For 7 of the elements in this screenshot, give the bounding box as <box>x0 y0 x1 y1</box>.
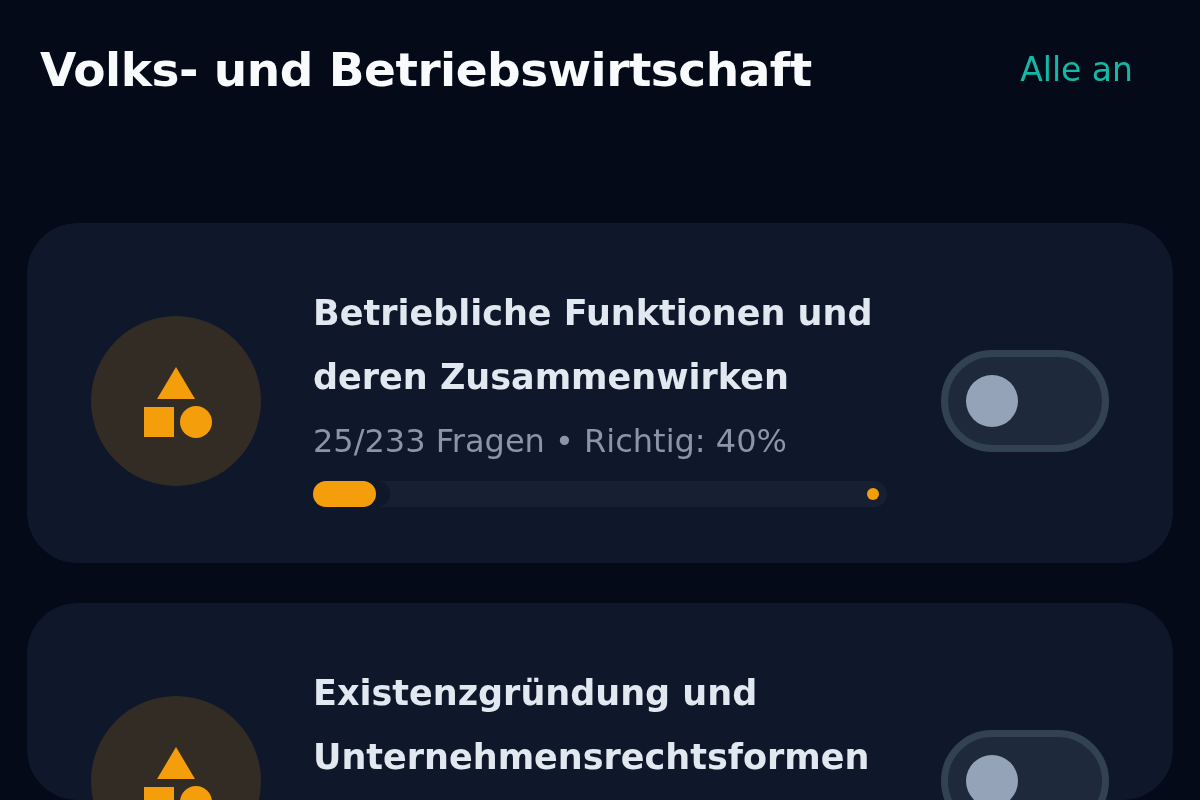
end-marker-dot <box>867 488 879 500</box>
topic-stats: 25/233 Fragen • Richtig: 40% <box>313 421 788 462</box>
topic-title: Existenzgründung und Unternehmensrechtsformen <box>313 672 871 779</box>
shapes-icon <box>91 316 261 486</box>
all-on-button[interactable]: Alle an <box>1020 50 1133 89</box>
topic-title: Betriebliche Funktionen und deren Zusammenwirken <box>313 292 874 399</box>
page-title: Volks- und Betriebswirtschaft <box>40 42 812 97</box>
